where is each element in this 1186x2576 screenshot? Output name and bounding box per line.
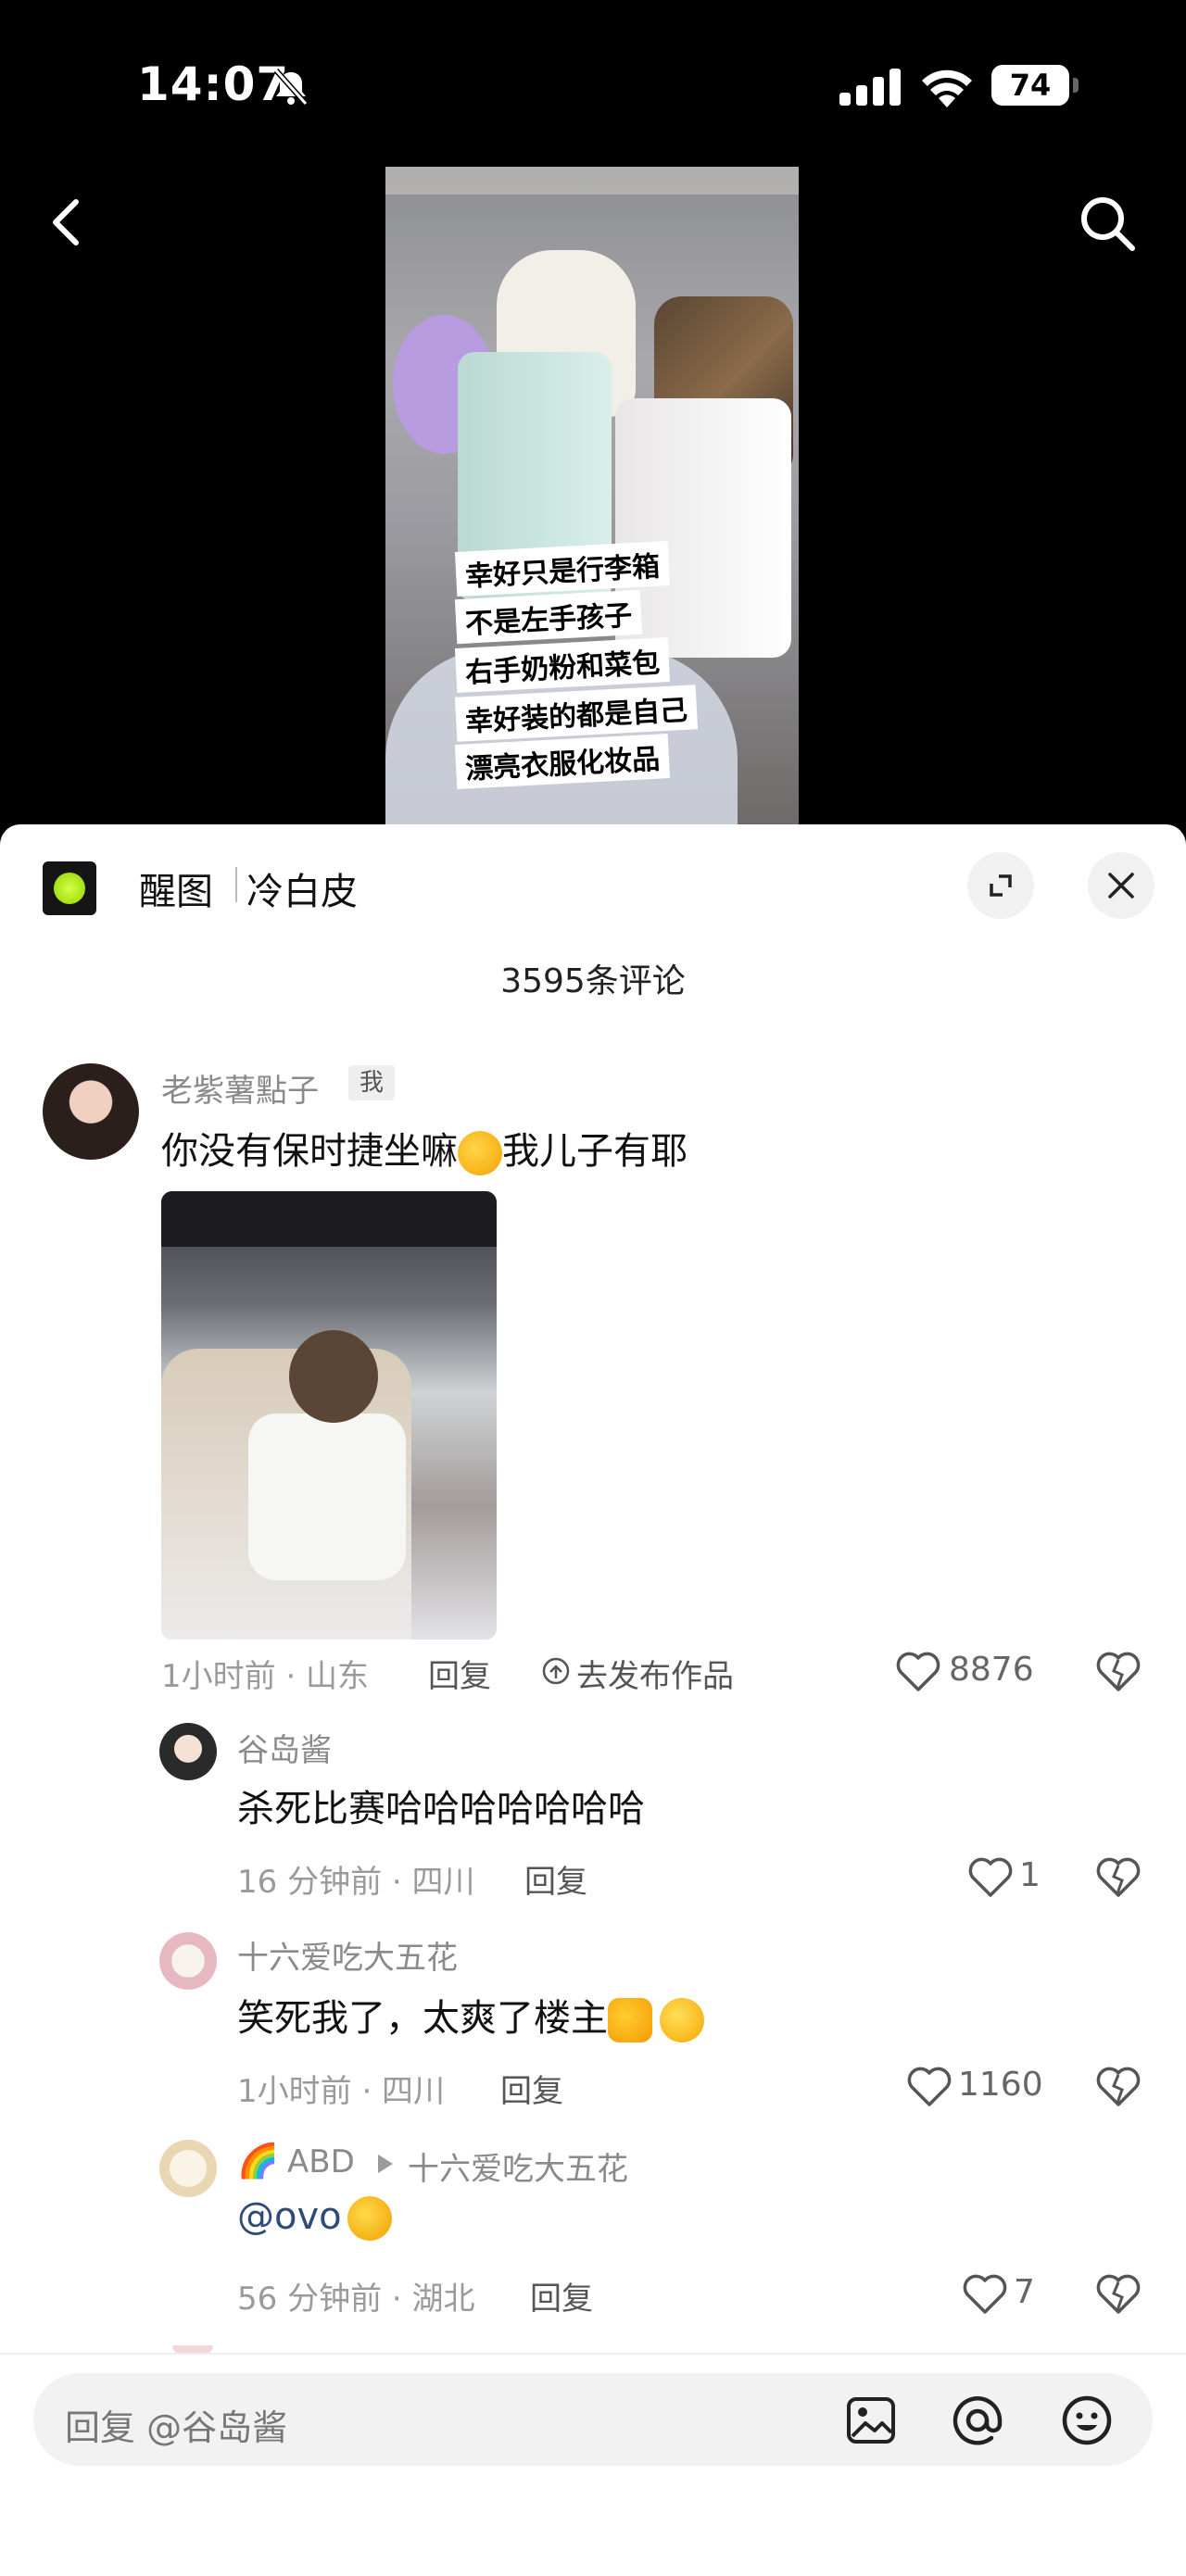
reply-to-author[interactable]: 十六爱吃大五花 — [408, 2143, 628, 2189]
heart-icon[interactable] — [967, 1856, 1014, 1899]
laugh-cry-emoji-icon — [347, 2196, 392, 2241]
expand-button[interactable] — [967, 852, 1034, 919]
like-count: 1 — [1019, 1856, 1041, 1894]
mute-bell-icon — [273, 69, 309, 106]
comment-photo[interactable] — [161, 1191, 497, 1640]
caption-line: 漂亮衣服化妆品 — [454, 734, 671, 789]
comment-text: @ovo — [237, 2195, 392, 2241]
comment-count: 3595条评论 — [500, 962, 686, 1000]
comment-meta: 1小时前 · 四川 — [237, 2073, 446, 2110]
expand-icon — [990, 874, 1012, 897]
heart-icon[interactable] — [895, 1651, 941, 1693]
like-count: 1160 — [958, 2066, 1043, 2104]
comment-author[interactable]: ABD — [287, 2143, 355, 2180]
caption-line: 不是左手孩子 — [454, 589, 643, 645]
rainbow-icon: 🌈 — [237, 2142, 279, 2180]
panel-header: 醒图 冷白皮 — [0, 824, 1186, 945]
search-icon[interactable] — [1075, 191, 1140, 256]
reply-button[interactable]: 回复 — [428, 1651, 491, 1696]
reply-button[interactable]: 回复 — [500, 2066, 563, 2111]
battery-indicator: 74 — [991, 65, 1069, 106]
battery-tip — [1073, 78, 1079, 93]
publish-icon — [542, 1657, 570, 1685]
filter-name[interactable]: 冷白皮 — [246, 861, 358, 915]
publish-work-button[interactable]: 去发布作品 — [576, 1651, 734, 1696]
status-bar: 14:07 74 — [0, 0, 1186, 167]
mention-link[interactable]: @ovo — [237, 2195, 342, 2238]
comment-panel: 醒图 冷白皮 3595条评论 老紫薯點子 我 你没有保时捷坐嘛 我儿子有耶 1小时… — [0, 824, 1186, 2576]
comment-text-part: 我儿子有耶 — [502, 1130, 688, 1173]
dislike-icon[interactable] — [1095, 1856, 1142, 1899]
app-logo-icon[interactable] — [43, 861, 96, 915]
comment-text: 笑死我了，太爽了楼主 — [237, 1988, 704, 2042]
comment-author[interactable]: 十六爱吃大五花 — [237, 1932, 458, 1978]
video-frame[interactable]: 幸好只是行李箱 不是左手孩子 右手奶粉和菜包 幸好装的都是自己 漂亮衣服化妆品 — [385, 167, 799, 826]
caption-line: 右手奶粉和菜包 — [454, 637, 671, 693]
header-divider — [235, 867, 237, 902]
avatar[interactable] — [43, 1063, 139, 1160]
video-caption: 幸好只是行李箱 不是左手孩子 右手奶粉和菜包 幸好装的都是自己 漂亮衣服化妆品 — [454, 541, 699, 789]
road-marking — [385, 167, 799, 195]
dislike-icon[interactable] — [1095, 2273, 1142, 2316]
heart-icon[interactable] — [962, 2273, 1008, 2316]
reply-arrow-icon — [378, 2155, 393, 2173]
app-name[interactable]: 醒图 — [139, 861, 213, 915]
avatar[interactable] — [159, 1932, 217, 1990]
status-time: 14:07 — [137, 57, 290, 111]
emoji-icon[interactable] — [1060, 2394, 1114, 2447]
close-button[interactable] — [1088, 852, 1154, 919]
comment-text-part: 笑死我了，太爽了楼主 — [237, 1997, 608, 2040]
comment-text-part: 你没有保时捷坐嘛 — [161, 1130, 458, 1173]
grin-emoji-icon — [660, 1998, 704, 2042]
close-icon — [1108, 873, 1134, 898]
input-divider — [0, 2353, 1186, 2355]
comment-author[interactable]: 谷岛酱 — [237, 1725, 332, 1770]
cellular-signal-icon — [839, 69, 901, 106]
wifi-icon — [922, 69, 972, 107]
reply-input[interactable]: 回复 @谷岛酱 — [33, 2373, 1153, 2466]
avatar[interactable] — [159, 2140, 217, 2197]
comment-meta: 1小时前 · 山东 — [161, 1658, 370, 1695]
comment-text: 你没有保时捷坐嘛 我儿子有耶 — [161, 1121, 688, 1175]
heart-icon[interactable] — [906, 2066, 953, 2108]
hug-emoji-icon — [458, 1131, 502, 1175]
comment-author[interactable]: 老紫薯點子 — [161, 1065, 319, 1111]
like-count: 8876 — [949, 1651, 1034, 1689]
image-icon[interactable] — [845, 2395, 897, 2445]
at-icon[interactable] — [951, 2394, 1004, 2447]
comment-text: 杀死比赛哈哈哈哈哈哈哈 — [237, 1788, 645, 1830]
dislike-icon[interactable] — [1095, 1651, 1142, 1693]
dislike-icon[interactable] — [1095, 2066, 1142, 2108]
reply-button[interactable]: 回复 — [524, 1856, 587, 1902]
reply-input-placeholder: 回复 @谷岛酱 — [65, 2407, 288, 2448]
like-count: 7 — [1014, 2273, 1035, 2311]
caption-line: 幸好只是行李箱 — [454, 541, 671, 597]
comment-meta: 56 分钟前 · 湖北 — [237, 2281, 475, 2318]
comment-meta: 16 分钟前 · 四川 — [237, 1864, 475, 1901]
reply-button[interactable]: 回复 — [530, 2273, 593, 2318]
thumbs-up-emoji-icon — [608, 1998, 652, 2042]
back-icon[interactable] — [41, 195, 96, 250]
me-badge: 我 — [348, 1065, 395, 1100]
avatar[interactable] — [159, 1723, 217, 1780]
